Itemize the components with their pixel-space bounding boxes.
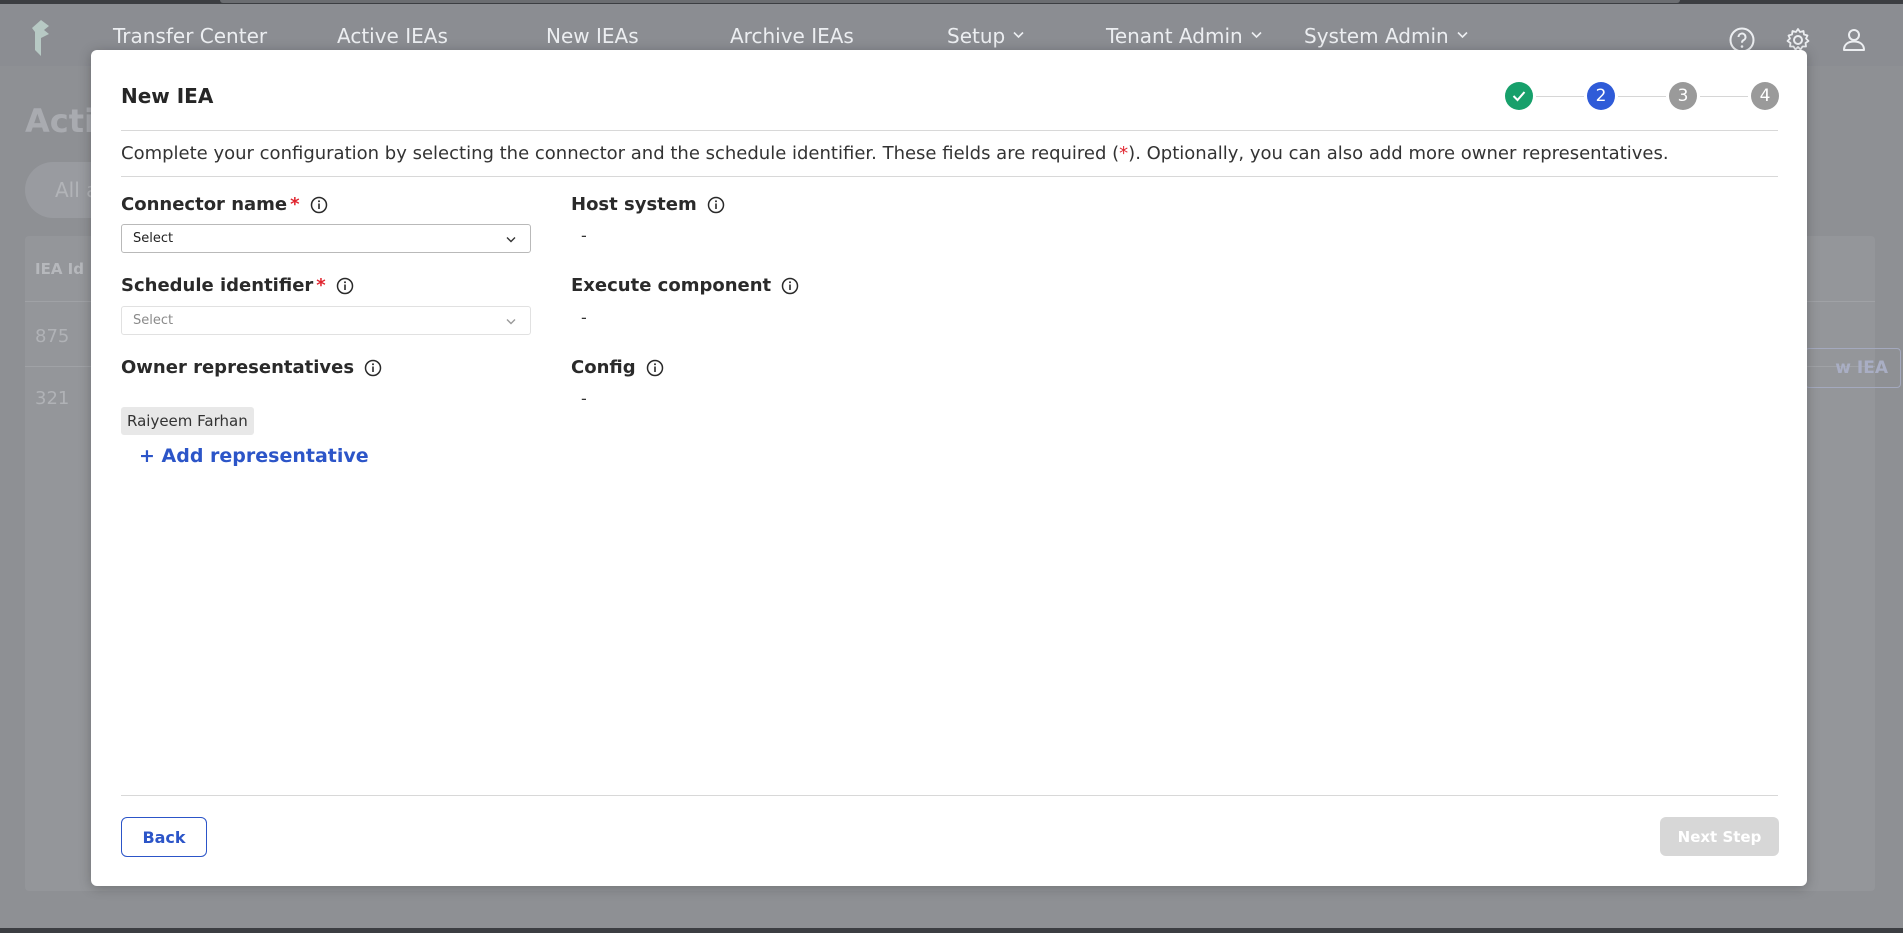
nav-label: Active IEAs [337,24,448,48]
background-new-iea-button: w IEA [1805,348,1901,388]
info-icon[interactable] [707,196,725,214]
nav-active-ieas[interactable]: Active IEAs [337,24,448,48]
field-label-text: Owner representatives [121,357,355,378]
field-label-text: Config [571,357,636,378]
step-connector [1618,95,1666,97]
info-icon[interactable] [364,359,382,377]
divider [121,130,1778,131]
step-1-complete [1505,82,1533,110]
select-value: Select [133,231,174,246]
modal-description: Complete your configuration by selecting… [121,143,1669,164]
add-representative-button[interactable]: + Add representative [139,445,369,467]
check-icon [1512,91,1526,102]
required-marker: * [316,275,326,296]
wizard-stepper: 2 3 4 [1505,82,1779,110]
info-icon[interactable] [310,196,328,214]
back-button[interactable]: Back [121,817,207,857]
app-logo-icon [32,20,49,56]
nav-label: Transfer Center [113,24,268,48]
info-icon[interactable] [781,277,799,295]
new-iea-modal: New IEA 2 3 4 Complete your configuratio… [91,50,1807,886]
chevron-down-icon [506,319,516,325]
browser-tab-strip [220,0,1680,3]
user-icon[interactable] [1840,26,1868,54]
execute-component-label: Execute component [571,275,799,296]
nav-setup[interactable]: Setup [947,24,1024,48]
next-step-button[interactable]: Next Step [1660,817,1779,856]
connector-name-label: Connector name * [121,194,328,215]
chevron-down-icon [506,237,516,243]
nav-label: Tenant Admin [1106,24,1243,48]
background-page-title: Acti [25,102,95,140]
select-value: Select [133,313,174,328]
step-connector [1536,95,1584,97]
background-new-iea-label: w IEA [1835,358,1888,378]
host-system-value: - [581,226,587,245]
step-connector [1700,95,1748,97]
step-2-current: 2 [1587,82,1615,110]
nav-label: System Admin [1304,24,1449,48]
field-label-text: Schedule identifier [121,275,314,296]
background-column-header: IEA Id [35,260,84,278]
nav-archive-ieas[interactable]: Archive IEAs [730,24,854,48]
nav-label: Archive IEAs [730,24,854,48]
config-value: - [581,389,587,408]
nav-new-ieas[interactable]: New IEAs [546,24,639,48]
host-system-label: Host system [571,194,725,215]
modal-title: New IEA [121,84,214,108]
description-text: Complete your configuration by selecting… [121,143,1120,164]
divider [121,795,1778,796]
nav-tenant-admin[interactable]: Tenant Admin [1106,24,1262,48]
step-3: 3 [1669,82,1697,110]
owner-representative-chip: Raiyeem Farhan [121,407,254,435]
description-text: ). Optionally, you can also add more own… [1128,143,1669,164]
background-table-row: 321 [35,388,70,409]
schedule-identifier-select[interactable]: Select [121,306,531,335]
chevron-down-icon [1013,31,1024,39]
nav-label: New IEAs [546,24,639,48]
owner-representatives-label: Owner representatives [121,357,382,378]
schedule-identifier-label: Schedule identifier * [121,275,354,296]
field-label-text: Connector name [121,194,288,215]
nav-system-admin[interactable]: System Admin [1304,24,1468,48]
connector-name-select[interactable]: Select [121,224,531,253]
execute-component-value: - [581,308,587,327]
field-label-text: Execute component [571,275,772,296]
background-table-row: 875 [35,326,70,347]
info-icon[interactable] [336,277,354,295]
field-label-text: Host system [571,194,697,215]
required-marker: * [1119,143,1129,164]
browser-bottom-edge [0,928,1903,933]
nav-transfer-center[interactable]: Transfer Center [113,24,267,48]
info-icon[interactable] [646,359,664,377]
chevron-down-icon [1251,31,1262,39]
step-4: 4 [1751,82,1779,110]
chevron-down-icon [1457,31,1468,39]
required-marker: * [290,194,300,215]
config-label: Config [571,357,664,378]
divider [121,176,1778,177]
nav-label: Setup [947,24,1006,48]
